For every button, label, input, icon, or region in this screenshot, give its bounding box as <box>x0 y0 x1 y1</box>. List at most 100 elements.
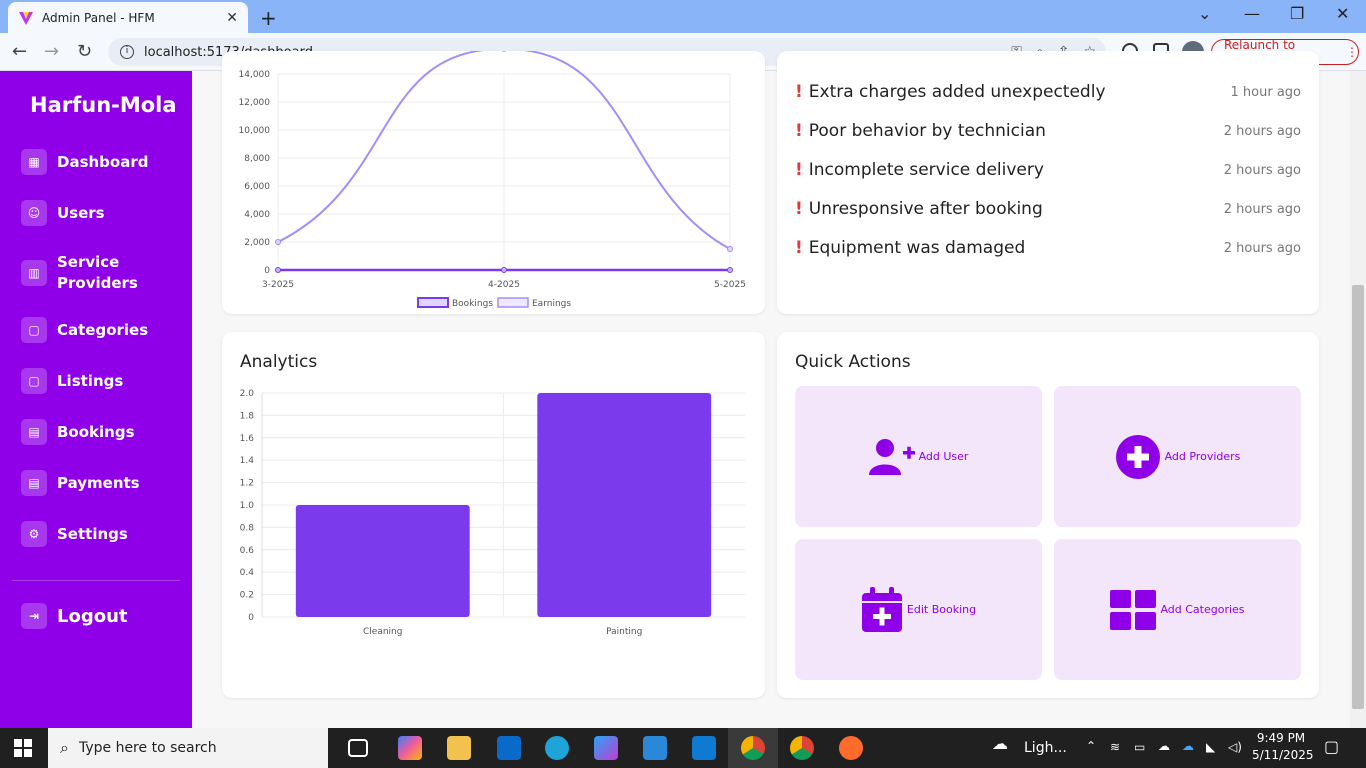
earnings-chart-card: 0 2,000 4,000 6,000 8,000 10,000 12,000 14,000 3… <box>222 45 765 314</box>
forward-icon[interactable]: → <box>44 41 59 62</box>
legend-earnings-swatch <box>497 297 529 308</box>
add-user-label: Add User <box>918 450 969 463</box>
y-tick-label: 1.2 <box>240 479 254 489</box>
outlook-icon[interactable] <box>497 736 521 760</box>
sidebar-item-listings[interactable]: ▢ Listings <box>21 368 123 394</box>
bar-cleaning <box>295 505 470 617</box>
add-providers-button[interactable]: Add Providers <box>1054 386 1301 527</box>
chevron-up-icon[interactable]: ⌃ <box>1086 739 1096 753</box>
complaint-time: 1 hour ago <box>1230 84 1301 100</box>
tab-search-icon[interactable]: ⌄ <box>1198 4 1211 23</box>
wifi-icon[interactable]: ◣ <box>1206 740 1215 754</box>
logout-label: Logout <box>57 605 128 627</box>
battery-icon[interactable]: ▭ <box>1134 740 1145 754</box>
edit-booking-button[interactable]: Edit Booking <box>795 539 1042 680</box>
bookings-point <box>501 267 507 273</box>
list-item[interactable]: ! Poor behavior by technician 2 hours ag… <box>795 121 1301 141</box>
sidebar-item-users[interactable]: ☺ Users <box>21 200 105 226</box>
sidebar-item-label: Listings <box>57 372 124 390</box>
complaint-text: Poor behavior by technician <box>808 121 1046 141</box>
sidebar-item-categories[interactable]: ▢ Categories <box>21 317 148 343</box>
onedrive-icon[interactable]: ☁ <box>1158 739 1170 753</box>
legend-bookings-swatch <box>417 297 449 308</box>
y-tick-label: 0.8 <box>240 523 255 533</box>
store-icon[interactable] <box>643 736 667 760</box>
x-tick-label: 3-2025 <box>262 280 294 290</box>
complaint-text: Incomplete service delivery <box>808 160 1044 180</box>
y-tick-label: 0 <box>264 266 270 276</box>
vite-logo-icon <box>19 11 33 25</box>
grid-large-icon <box>1110 589 1157 630</box>
analytics-card: Analytics 0 0.2 0.4 0.6 0.8 1.0 1.2 1.4 1.6 1.8 2.… <box>222 332 765 698</box>
alert-icon: ! <box>795 82 803 102</box>
clock-time[interactable]: 9:49 PM <box>1256 731 1306 745</box>
onedrive-business-icon[interactable]: ☁ <box>1182 739 1194 753</box>
chrome-profile-icon[interactable] <box>790 736 814 760</box>
new-tab-icon[interactable]: + <box>260 6 277 30</box>
y-tick-label: 1.4 <box>240 456 255 466</box>
volume-icon[interactable]: ◁) <box>1228 740 1242 754</box>
sidebar-item-label: Categories <box>57 321 149 339</box>
kebab-menu-icon[interactable]: ⋮ <box>1346 45 1358 59</box>
y-tick-label: 2,000 <box>244 238 270 248</box>
earnings-point <box>727 246 733 252</box>
bookings-point <box>727 267 733 273</box>
copilot-icon[interactable] <box>398 736 422 760</box>
sidebar-item-service-providers[interactable]: ▥ Service Providers <box>21 252 138 294</box>
list-item[interactable]: ! Equipment was damaged 2 hours ago <box>795 238 1301 258</box>
calendar-icon: ▤ <box>21 470 47 496</box>
alert-icon: ! <box>795 199 803 219</box>
sidebar-item-settings[interactable]: ⚙ Settings <box>21 521 128 547</box>
sidebar-item-dashboard[interactable]: ▦ Dashboard <box>21 149 148 175</box>
logout-icon: ⇥ <box>21 603 47 629</box>
site-info-icon[interactable]: i <box>120 45 134 59</box>
m365-icon[interactable] <box>594 736 618 760</box>
bar-chart: 0 0.2 0.4 0.6 0.8 1.0 1.2 1.4 1.6 1.8 2.0 Cleaning P… <box>240 389 745 637</box>
vscode-icon[interactable] <box>692 736 716 760</box>
close-tab-icon[interactable]: ✕ <box>226 10 238 26</box>
y-tick-label: 1.0 <box>240 501 255 511</box>
network-icon[interactable]: ≋ <box>1110 740 1120 754</box>
calendar-icon: ▤ <box>21 419 47 445</box>
logout-button[interactable]: ⇥ Logout <box>21 603 128 629</box>
clock-date[interactable]: 5/11/2025 <box>1252 748 1314 762</box>
x-tick-label: Cleaning <box>363 627 402 637</box>
alert-icon: ! <box>795 121 803 141</box>
list-item[interactable]: ! Unresponsive after booking 2 hours ago <box>795 199 1301 219</box>
browser-tab[interactable]: Admin Panel - HFM ✕ <box>8 2 248 33</box>
y-tick-label: 0.6 <box>240 546 255 556</box>
file-explorer-icon[interactable] <box>447 736 471 760</box>
task-view-icon[interactable] <box>348 739 368 757</box>
weather-text[interactable]: Ligh... <box>1024 740 1067 756</box>
complaint-time: 2 hours ago <box>1223 123 1301 139</box>
list-item[interactable]: ! Extra charges added unexpectedly 1 hou… <box>795 82 1301 102</box>
close-window-icon[interactable]: ✕ <box>1336 4 1349 23</box>
add-user-button[interactable]: Add User <box>795 386 1042 527</box>
back-icon[interactable]: ← <box>12 41 27 62</box>
sidebar-item-label: Service Providers <box>57 253 138 292</box>
sidebar-item-bookings[interactable]: ▤ Bookings <box>21 419 135 445</box>
scrollbar-thumb[interactable] <box>1352 285 1364 709</box>
chrome-icon[interactable] <box>741 736 765 760</box>
edit-booking-label: Edit Booking <box>906 603 977 616</box>
minimize-icon[interactable]: — <box>1244 4 1260 23</box>
complaint-time: 2 hours ago <box>1223 201 1301 217</box>
add-categories-button[interactable]: Add Categories <box>1054 539 1301 680</box>
notifications-icon[interactable]: ▢ <box>1324 737 1339 756</box>
weather-icon: ☁ <box>992 734 1008 753</box>
postman-icon[interactable] <box>839 736 863 760</box>
windows-start-icon[interactable] <box>14 739 32 757</box>
y-tick-label: 10,000 <box>239 126 271 136</box>
sidebar-item-payments[interactable]: ▤ Payments <box>21 470 140 496</box>
sidebar-item-label: Users <box>57 204 105 222</box>
edge-icon[interactable] <box>545 736 569 760</box>
restore-icon[interactable]: ❐ <box>1290 4 1304 23</box>
list-item[interactable]: ! Incomplete service delivery 2 hours ag… <box>795 160 1301 180</box>
reload-icon[interactable]: ↻ <box>77 41 92 62</box>
page-scrollbar[interactable] <box>1350 71 1366 728</box>
y-tick-label: 2.0 <box>240 389 255 399</box>
taskbar-search-input[interactable]: ⌕ Type here to search <box>48 728 328 768</box>
complaint-text: Unresponsive after booking <box>808 199 1043 219</box>
y-tick-label: 0.2 <box>240 591 254 601</box>
earnings-point <box>275 239 281 245</box>
